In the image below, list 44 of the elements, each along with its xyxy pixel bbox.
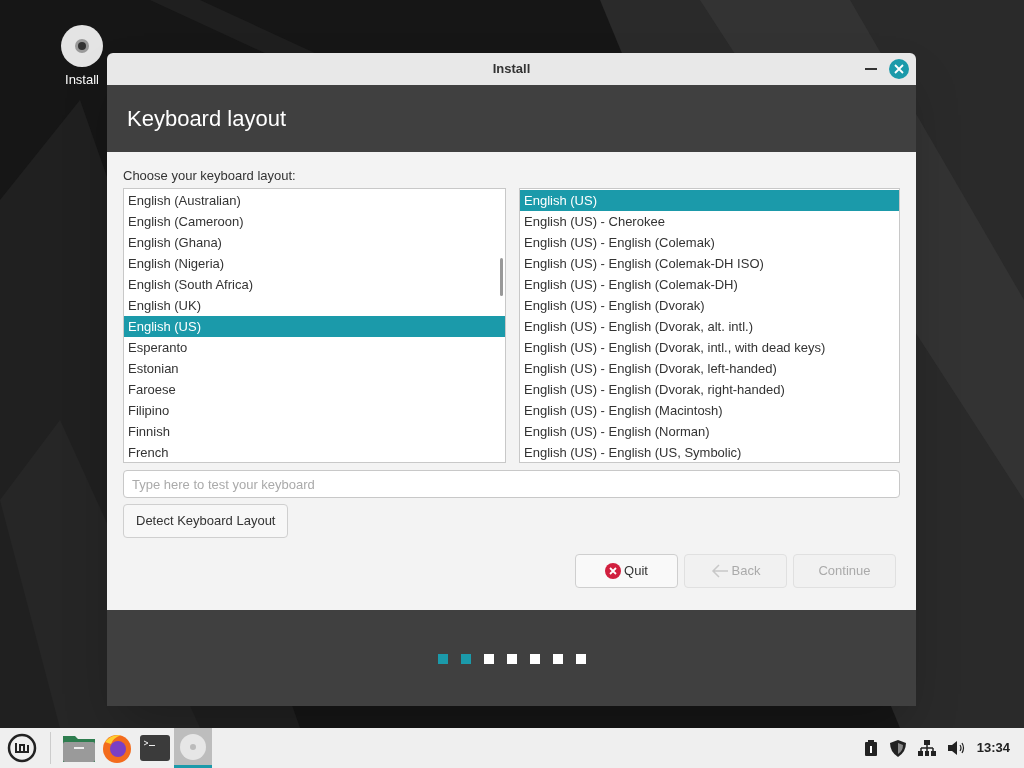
window-title: Install — [492, 60, 531, 79]
menu-icon[interactable] — [7, 733, 37, 763]
clock[interactable]: 13:34 — [976, 738, 1010, 758]
clipboard-icon[interactable] — [863, 740, 878, 756]
list-item[interactable]: English (US) - English (Colemak-DH) — [520, 274, 899, 295]
test-input-field[interactable]: Type here to test your keyboard — [123, 470, 900, 498]
quit-button[interactable]: Quit — [575, 554, 678, 588]
prompt-label: Choose your keyboard layout: — [123, 168, 297, 184]
list-item[interactable]: English (US) - English (Colemak) — [520, 232, 899, 253]
detect-layout-button[interactable]: Detect Keyboard Layout — [123, 504, 289, 538]
list-item[interactable]: French — [124, 442, 505, 462]
list-item[interactable]: English (US) - English (Dvorak, alt. intl.) — [520, 316, 899, 337]
list-item[interactable]: Faroese — [124, 379, 505, 400]
volume-icon[interactable] — [947, 741, 965, 755]
terminal-icon[interactable] — [140, 735, 170, 761]
list-item[interactable]: English (US) - English (Dvorak, intl., with dead keys) — [520, 337, 899, 358]
list-item[interactable]: English (Cameroon) — [124, 211, 505, 232]
list-item[interactable]: English (US) - English (Dvorak) — [520, 295, 899, 316]
list-item[interactable]: Filipino — [124, 400, 505, 421]
list-item[interactable]: Esperanto — [124, 337, 505, 358]
list-item[interactable]: English (US) - English (Dvorak, right-handed) — [520, 379, 899, 400]
list-item[interactable]: English (Ghana) — [124, 232, 505, 253]
shield-icon[interactable] — [889, 739, 906, 757]
list-item[interactable]: English (US) - English (Colemak-DH ISO) — [520, 253, 899, 274]
list-item[interactable]: Finnish — [124, 421, 505, 442]
list-item[interactable]: English (UK) — [124, 295, 505, 316]
list-item[interactable]: English (US) - Cherokee — [520, 211, 899, 232]
list-item[interactable]: English (US) - English (US, Symbolic) — [520, 442, 899, 462]
list-item[interactable]: English (Nigeria) — [124, 253, 505, 274]
network-icon[interactable] — [917, 740, 936, 756]
list-item[interactable]: English (US) - English (Macintosh) — [520, 400, 899, 421]
list-item[interactable]: English (US) - English (Norman) — [520, 421, 899, 442]
list-item[interactable]: English (Australian) — [124, 190, 505, 211]
close-icon — [605, 563, 622, 579]
desktop-icon-label[interactable]: Install — [65, 70, 99, 90]
minimize-icon[interactable] — [865, 68, 877, 71]
list-item[interactable]: English (South Africa) — [124, 274, 505, 295]
back-arrow-icon — [710, 564, 729, 578]
scrollbar[interactable] — [500, 258, 503, 296]
list-item[interactable]: Estonian — [124, 358, 505, 379]
disc-icon[interactable] — [60, 24, 104, 68]
close-icon[interactable] — [889, 59, 909, 79]
list-item[interactable]: English (US) - English (Dvorak, left-handed) — [520, 358, 899, 379]
page-heading: Keyboard layout — [127, 105, 286, 133]
